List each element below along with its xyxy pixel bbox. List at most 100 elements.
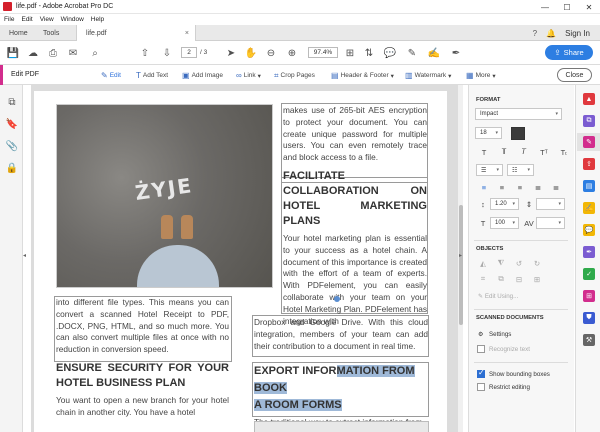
settings-link[interactable]: Settings (489, 331, 511, 338)
page-up-icon[interactable]: ⇧ (138, 46, 152, 60)
export-heading-block[interactable]: EXPORT INFORMATION FROM BOOK A ROOM FORMS… (254, 363, 428, 429)
pdf-page[interactable]: ŻYJE makes use of 265-bit AES encryption… (34, 91, 447, 432)
edit-pdf-icon[interactable]: ✎ (583, 136, 595, 148)
right-column-mid[interactable]: Dropbox and Google Drive. With this clou… (254, 317, 428, 352)
justify-all-icon[interactable]: ≣ (549, 181, 563, 193)
sign-icon[interactable]: ✍ (427, 46, 441, 60)
horizontal-scale-select[interactable]: 100 ▾ (490, 217, 519, 229)
font-select[interactable]: Impact ▾ (475, 108, 562, 120)
paragraph[interactable]: Your hotel marketing plan is essential t… (283, 233, 427, 327)
export-pdf-icon[interactable]: ⇪ (583, 158, 595, 170)
tab-close-icon[interactable]: × (185, 30, 189, 37)
right-column-top[interactable]: makes use of 265-bit AES encryption to p… (283, 105, 427, 327)
zoom-input[interactable]: 97.4% (308, 47, 338, 58)
document-view[interactable]: ŻYJE makes use of 265-bit AES encryption… (31, 85, 457, 432)
paragraph[interactable]: You want to open a new branch for your h… (56, 395, 229, 419)
character-spacing-icon[interactable]: AV (522, 217, 536, 229)
collapse-right-icon[interactable]: ▸ (459, 252, 462, 259)
document-image-2[interactable] (254, 421, 429, 432)
page-number-input[interactable]: 2 (181, 47, 197, 58)
scroll-mode-icon[interactable]: ⇅ (362, 46, 376, 60)
select-cursor-icon[interactable]: ➤ (224, 46, 238, 60)
heading-export[interactable]: EXPORT INFORMATION FROM BOOK A ROOM FORMS (254, 363, 428, 414)
paragraph-spacing-icon[interactable]: ⇕ (522, 198, 536, 210)
left-column-bottom[interactable]: into different file types. This means yo… (56, 297, 229, 419)
text-style-icon[interactable]: T (477, 146, 491, 158)
horizontal-scale-icon[interactable]: T (476, 217, 490, 229)
zoom-out-icon[interactable]: ⊖ (264, 46, 278, 60)
comment-rail-icon[interactable]: 💬 (583, 224, 595, 236)
paragraph-spacing-select[interactable]: ▾ (536, 198, 565, 210)
tab-document[interactable]: life.pdf × (76, 25, 196, 42)
send-for-signature-icon[interactable]: ✒ (583, 246, 595, 258)
bold-text-icon[interactable]: 𝐓 (497, 146, 511, 158)
fill-sign-rail-icon[interactable]: ✍ (583, 202, 595, 214)
edit-tool-more[interactable]: ▦ More ▾ (466, 70, 496, 81)
upload-cloud-icon[interactable]: ☁ (26, 46, 40, 60)
menu-window[interactable]: Window (61, 16, 84, 23)
arrange-icon[interactable]: ⊟ (512, 273, 526, 285)
rotate-left-icon[interactable]: ↺ (512, 257, 526, 269)
align-right-icon[interactable]: ≡ (513, 181, 527, 193)
comment-icon[interactable]: 💬 (383, 46, 397, 60)
shield-icon[interactable]: ⛊ (583, 312, 595, 324)
menu-file[interactable]: File (4, 16, 14, 23)
page-thumbnails-icon[interactable]: ⧉ (6, 96, 18, 108)
show-bounding-boxes-checkbox[interactable] (477, 368, 485, 378)
print-icon[interactable]: ⎙ (46, 46, 60, 60)
character-spacing-select[interactable]: ▾ (536, 217, 565, 229)
edit-tool-add-text[interactable]: T Add Text (136, 70, 168, 81)
recognize-text-checkbox[interactable] (477, 345, 485, 353)
flip-horizontal-icon[interactable]: ◭ (476, 257, 490, 269)
protect-icon[interactable]: ✓ (583, 268, 595, 280)
align-justify-icon[interactable]: ≣ (531, 181, 545, 193)
settings-gear-icon[interactable]: ⚙ (478, 331, 484, 338)
maximize-button[interactable]: ☐ (556, 0, 578, 14)
attachments-icon[interactable]: 📎 (6, 140, 18, 152)
notifications-icon[interactable]: 🔔 (546, 29, 556, 38)
more-tools-icon[interactable]: ⚒ (583, 334, 595, 346)
line-spacing-icon[interactable]: ↕ (476, 198, 490, 210)
create-pdf-icon[interactable]: ▲ (583, 93, 595, 105)
sign-in-link[interactable]: Sign In (565, 29, 590, 38)
security-lock-icon[interactable]: 🔒 (6, 162, 18, 174)
edit-tool-link[interactable]: ∞ Link ▾ (236, 70, 261, 81)
combine-files-icon[interactable]: ⧉ (583, 115, 595, 127)
selection-handle[interactable] (334, 296, 340, 302)
line-spacing-select[interactable]: 1.20 ▾ (490, 198, 519, 210)
edit-tool-watermark[interactable]: ▥ Watermark ▾ (405, 70, 451, 81)
minimize-button[interactable]: — (534, 0, 556, 14)
numbered-list-select[interactable]: ☷ ▾ (507, 164, 534, 176)
zoom-in-icon[interactable]: ⊕ (285, 46, 299, 60)
document-photo[interactable]: ŻYJE (56, 104, 273, 288)
page-down-icon[interactable]: ⇩ (160, 46, 174, 60)
menu-help[interactable]: Help (91, 16, 104, 23)
italic-text-icon[interactable]: 𝑇 (517, 146, 531, 158)
highlight-pen-icon[interactable]: ✎ (405, 46, 419, 60)
menu-edit[interactable]: Edit (21, 16, 32, 23)
tab-tools[interactable]: Tools (34, 25, 68, 41)
restrict-editing-checkbox[interactable] (477, 383, 485, 391)
email-icon[interactable]: ✉ (66, 46, 80, 60)
align-objects-icon[interactable]: ⊞ (530, 273, 544, 285)
edit-tool-edit[interactable]: ✎ Edit (101, 70, 121, 81)
menu-view[interactable]: View (40, 16, 54, 23)
fill-sign-icon[interactable]: ✒ (449, 46, 463, 60)
collapse-left-icon[interactable]: ◂ (23, 252, 26, 259)
bookmarks-icon[interactable]: 🔖 (6, 118, 18, 130)
paragraph[interactable]: makes use of 265-bit AES encryption to p… (283, 105, 427, 164)
font-size-select[interactable]: 18 ▾ (475, 127, 502, 139)
share-button[interactable]: ⇪ Share (545, 45, 593, 60)
paragraph[interactable]: Dropbox and Google Drive. With this clou… (254, 317, 428, 352)
help-icon[interactable]: ? (533, 29, 537, 38)
edit-tool-add-image[interactable]: ▣ Add Image (182, 70, 223, 81)
close-edit-button[interactable]: Close (557, 68, 592, 82)
edit-using-dropdown[interactable]: ✎ Edit Using... (478, 293, 518, 300)
save-icon[interactable]: 💾 (6, 46, 20, 60)
replace-image-icon[interactable]: ⧉ (494, 273, 508, 285)
bullet-list-select[interactable]: ☰ ▾ (476, 164, 503, 176)
heading-security[interactable]: ENSURE SECURITY FOR YOUR HOTEL BUSINESS … (56, 361, 229, 391)
tab-home[interactable]: Home (0, 25, 37, 41)
paragraph[interactable]: into different file types. This means yo… (56, 297, 229, 356)
search-icon[interactable]: ⌕ (88, 46, 102, 60)
